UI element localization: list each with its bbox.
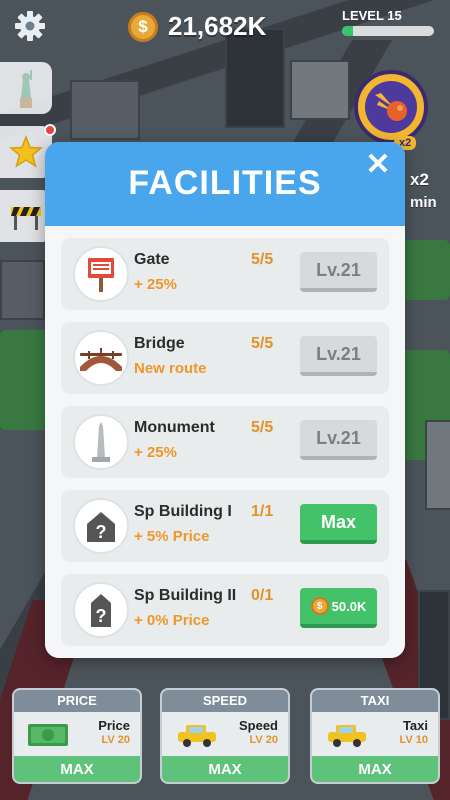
star-icon — [9, 135, 43, 168]
facility-row-sp-building-2: ? Sp Building II 0/1 + 0% Price $ 50.0K — [61, 574, 389, 646]
facility-effect: + 25% — [134, 276, 177, 293]
facility-row-sp-building-1: ? Sp Building I 1/1 + 5% Price Max — [61, 490, 389, 562]
level-progress-bar — [342, 26, 434, 36]
money-bill-icon — [28, 724, 68, 746]
facilities-modal: FACILITIES ✕ Gate 5/5 + 25% Lv.21 Bridge… — [45, 142, 405, 658]
bridge-icon — [73, 330, 129, 386]
facility-name: Sp Building I — [134, 503, 232, 520]
facility-row-bridge: Bridge 5/5 New route Lv.21 — [61, 322, 389, 394]
facility-count: 1/1 — [251, 503, 274, 520]
facility-level-button[interactable]: Lv.21 — [300, 420, 377, 460]
money-counter: 21,682K — [168, 11, 267, 41]
facility-level-button[interactable]: Lv.21 — [300, 252, 377, 292]
coin-icon: $ — [310, 597, 329, 615]
road-barrier-icon — [11, 207, 41, 230]
facility-buy-button[interactable]: $ 50.0K — [300, 588, 377, 628]
upgrade-name: Taxi — [402, 718, 428, 733]
facilities-list: Gate 5/5 + 25% Lv.21 Bridge 5/5 New rout… — [45, 226, 405, 658]
gate-sign-icon — [73, 246, 129, 302]
upgrade-max-button[interactable]: MAX — [14, 756, 140, 782]
upgrade-max-button[interactable]: MAX — [312, 756, 438, 782]
taxi-icon — [328, 725, 366, 747]
facility-count: 5/5 — [251, 335, 274, 352]
mystery-house-icon: ? — [73, 498, 129, 554]
facility-name: Gate — [134, 251, 170, 268]
upgrade-header: TAXI — [312, 690, 438, 712]
modal-title: FACILITIES — [128, 164, 322, 202]
upgrade-max-button[interactable]: MAX — [162, 756, 288, 782]
statue-of-liberty-button[interactable] — [0, 62, 52, 114]
upgrade-card-price[interactable]: PRICE Price LV 20 MAX — [12, 688, 142, 784]
facility-effect: + 0% Price — [134, 612, 210, 629]
facility-row-gate: Gate 5/5 + 25% Lv.21 — [61, 238, 389, 310]
level-label: LEVEL 15 — [342, 8, 402, 23]
facility-count: 5/5 — [251, 419, 274, 436]
settings-gear-icon[interactable] — [14, 10, 46, 42]
notification-dot — [44, 124, 56, 136]
boost-button[interactable] — [354, 70, 428, 144]
upgrade-name: Speed — [238, 718, 278, 733]
upgrade-level: LV 20 — [249, 734, 278, 746]
upgrade-card-speed[interactable]: SPEED Speed LV 20 MAX — [160, 688, 290, 784]
taxi-icon — [178, 725, 216, 747]
meteor-icon — [365, 81, 417, 133]
upgrade-card-taxi[interactable]: TAXI Taxi LV 10 MAX — [310, 688, 440, 784]
facility-count: 5/5 — [251, 251, 274, 268]
boost-time: min — [410, 194, 437, 211]
upgrade-level: LV 20 — [101, 734, 130, 746]
facility-name: Bridge — [134, 335, 185, 352]
monument-icon — [73, 414, 129, 470]
svg-text:?: ? — [96, 606, 107, 626]
coin-icon: $ — [128, 12, 158, 42]
facility-effect: + 5% Price — [134, 528, 210, 545]
facility-max-button[interactable]: Max — [300, 504, 377, 544]
boost-multiplier: x2 — [410, 170, 429, 189]
modal-header: FACILITIES ✕ — [45, 142, 405, 226]
facility-level-button[interactable]: Lv.21 — [300, 336, 377, 376]
upgrade-header: PRICE — [14, 690, 140, 712]
close-icon[interactable]: ✕ — [363, 150, 393, 180]
svg-text:?: ? — [96, 522, 107, 542]
facility-effect: New route — [134, 360, 207, 377]
facility-count: 0/1 — [251, 587, 274, 604]
upgrade-header: SPEED — [162, 690, 288, 712]
mystery-house-icon: ? — [73, 582, 129, 638]
level-progress-fill — [342, 26, 354, 36]
facility-name: Sp Building II — [134, 587, 237, 604]
facility-price: 50.0K — [331, 598, 367, 614]
facility-effect: + 25% — [134, 444, 177, 461]
upgrade-level: LV 10 — [399, 734, 428, 746]
facility-row-monument: Monument 5/5 + 25% Lv.21 — [61, 406, 389, 478]
facility-name: Monument — [134, 419, 215, 436]
top-hud: $ 21,682K LEVEL 15 — [0, 0, 450, 52]
statue-icon — [20, 70, 32, 108]
upgrade-name: Price — [98, 718, 130, 733]
